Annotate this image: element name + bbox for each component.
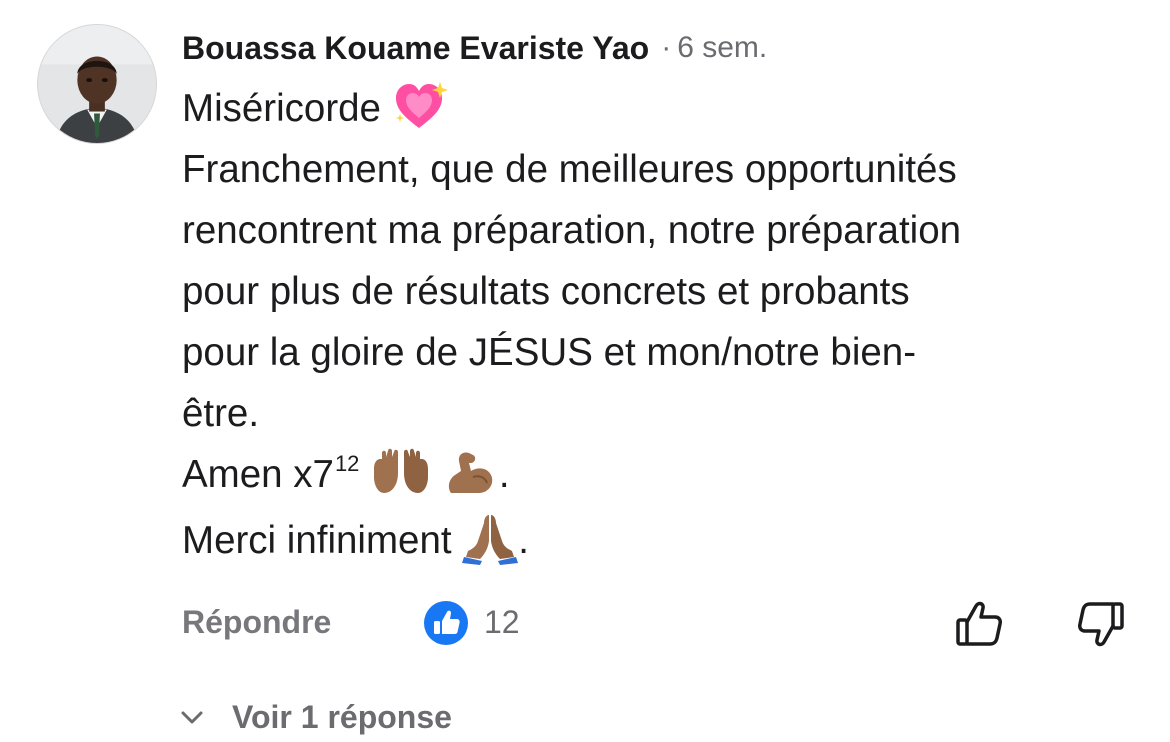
comment-timestamp: 6 sem. [677,31,768,64]
chevron-down-icon [181,711,203,724]
avatar[interactable] [37,24,157,144]
body-text: . [498,453,510,496]
view-replies-label: Voir 1 réponse [232,698,452,735]
body-line: Miséricorde [182,78,1142,139]
body-text: Miséricorde [182,87,381,130]
body-line: pour plus de résultats concrets et proba… [182,270,910,313]
like-count: 12 [484,604,520,640]
flexed-biceps-icon [443,447,499,497]
author-name[interactable]: Bouassa Kouame Evariste Yao [182,30,649,67]
body-line: Merci infiniment . [182,510,1142,571]
comment-body: Miséricorde Franchement, que de meilleur… [182,78,1142,571]
body-line: rencontrent ma préparation, notre prépar… [182,209,962,252]
reply-button[interactable]: Répondre [182,604,331,641]
body-line: être. [182,392,260,435]
body-text: . [518,519,529,562]
thumbs-down-icon[interactable] [1072,596,1128,652]
comment-header: Bouassa Kouame Evariste Yao · 6 sem. [182,24,767,72]
body-line: Franchement, que de meilleures opportuni… [182,148,957,191]
like-badge-icon[interactable] [423,600,469,646]
avatar-photo [38,25,156,143]
body-text: Amen x7 [182,453,334,496]
body-text: Merci infiniment [182,519,452,562]
meta-separator: · [661,31,672,64]
thumbs-up-icon[interactable] [952,596,1008,652]
superscript: 12 [334,451,360,476]
folded-hands-icon [462,511,519,565]
sparkling-heart-icon [392,80,450,132]
open-hands-icon [370,447,432,497]
body-line: pour la gloire de JÉSUS et mon/notre bie… [182,331,917,374]
body-line: Amen x712 . [182,444,1142,510]
comment-actions: Répondre 12 [182,596,1132,652]
view-replies-button[interactable]: Voir 1 réponse [180,692,452,742]
